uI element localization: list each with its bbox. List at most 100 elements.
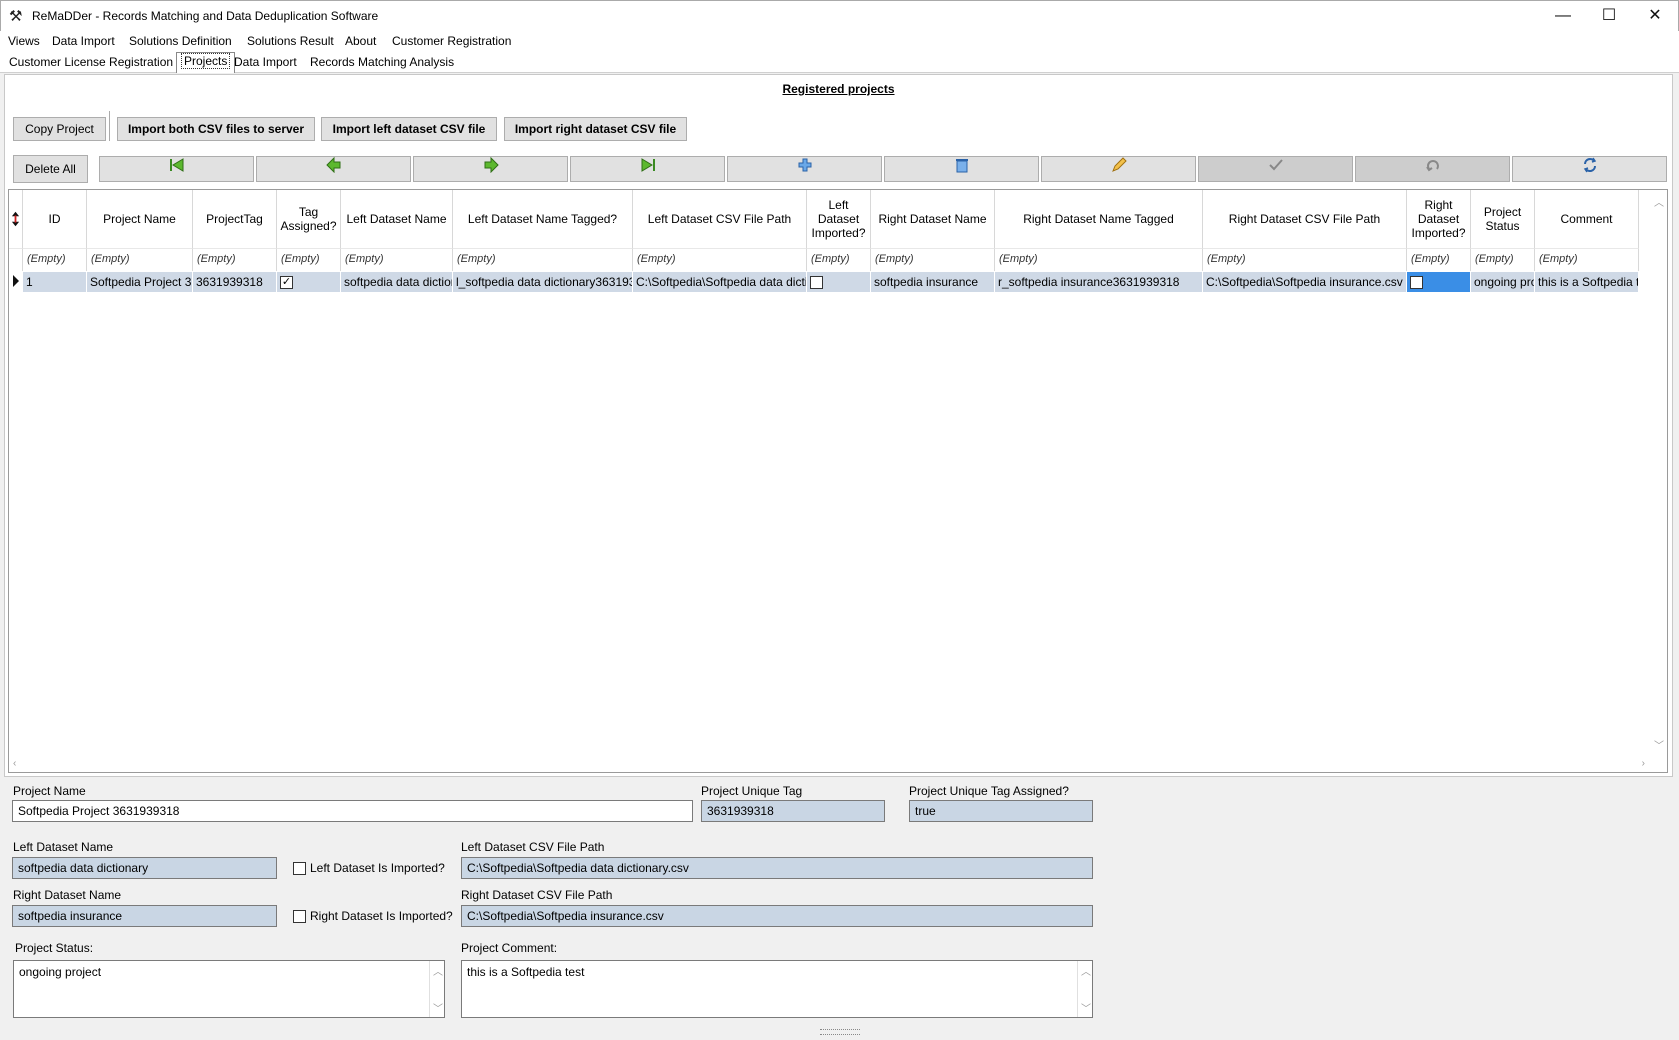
right-imported-form-checkbox[interactable] bbox=[293, 909, 306, 923]
left-imported-checkbox-row[interactable]: Left Dataset Is Imported? bbox=[293, 861, 445, 875]
project-name-field[interactable]: Softpedia Project 3631939318 bbox=[12, 800, 693, 822]
comment-scroll-down-icon[interactable]: ﹀ bbox=[1081, 1000, 1091, 1015]
filter-cell-project-name[interactable]: (Empty) bbox=[87, 248, 193, 271]
import-both-csv-button[interactable]: Import both CSV files to server bbox=[117, 117, 315, 141]
tab-records-matching-analysis[interactable]: Records Matching Analysis bbox=[306, 54, 458, 70]
cell-right-dataset-name[interactable]: softpedia insurance bbox=[871, 272, 995, 292]
project-comment-memo[interactable]: this is a Softpedia test ︿ ﹀ bbox=[461, 960, 1093, 1018]
comment-memo-scrollbar[interactable]: ︿ ﹀ bbox=[1077, 961, 1092, 1017]
left-imported-checkbox[interactable] bbox=[810, 276, 823, 290]
left-dataset-name-field[interactable]: softpedia data dictionary bbox=[12, 857, 277, 879]
tab-projects[interactable]: Projects bbox=[176, 52, 236, 73]
cell-id[interactable]: 1 bbox=[23, 272, 87, 292]
unique-tag-field[interactable]: 3631939318 bbox=[701, 800, 885, 822]
column-header-right-imported[interactable]: Right Dataset Imported? bbox=[1407, 190, 1471, 248]
comment-scroll-up-icon[interactable]: ︿ bbox=[1081, 963, 1091, 978]
last-record-button[interactable] bbox=[570, 156, 725, 182]
column-header-project-status[interactable]: Project Status bbox=[1471, 190, 1535, 248]
left-imported-form-checkbox[interactable] bbox=[293, 861, 306, 875]
cell-right-dataset-name-tagged[interactable]: r_softpedia insurance3631939318 bbox=[995, 272, 1203, 292]
right-imported-checkbox-row[interactable]: Right Dataset Is Imported? bbox=[293, 909, 453, 923]
scroll-up-arrow-icon[interactable]: ︿ bbox=[1654, 194, 1664, 209]
column-header-right-dataset-name[interactable]: Right Dataset Name bbox=[871, 190, 995, 248]
import-right-csv-button[interactable]: Import right dataset CSV file bbox=[504, 117, 687, 141]
column-header-comment[interactable]: Comment bbox=[1535, 190, 1639, 248]
filter-cell-left-csv-path[interactable]: (Empty) bbox=[633, 248, 807, 271]
column-header-left-csv-path[interactable]: Left Dataset CSV File Path bbox=[633, 190, 807, 248]
filter-cell-project-tag[interactable]: (Empty) bbox=[193, 248, 277, 271]
column-header-tag-assigned[interactable]: Tag Assigned? bbox=[277, 190, 341, 248]
status-scroll-up-icon[interactable]: ︿ bbox=[433, 963, 443, 978]
insert-record-button[interactable] bbox=[727, 156, 882, 182]
scroll-right-arrow-icon[interactable]: › bbox=[1642, 758, 1645, 769]
minimize-button[interactable]: — bbox=[1540, 1, 1586, 31]
delete-all-button[interactable]: Delete All bbox=[13, 155, 88, 183]
menu-customer-registration[interactable]: Customer Registration bbox=[392, 34, 511, 48]
menu-about[interactable]: About bbox=[345, 34, 376, 48]
right-imported-checkbox[interactable] bbox=[1410, 276, 1423, 290]
scroll-down-arrow-icon[interactable]: ﹀ bbox=[1654, 737, 1664, 752]
column-header-left-dataset-name[interactable]: Left Dataset Name bbox=[341, 190, 453, 248]
filter-cell-left-imported[interactable]: (Empty) bbox=[807, 248, 871, 271]
tab-customer-license-registration[interactable]: Customer License Registration bbox=[5, 54, 177, 70]
status-scroll-down-icon[interactable]: ﹀ bbox=[433, 1000, 443, 1015]
cell-project-name[interactable]: Softpedia Project 3631939318 bbox=[87, 272, 193, 292]
grid-horizontal-scrollbar[interactable]: ‹ › bbox=[9, 756, 1667, 772]
status-memo-scrollbar[interactable]: ︿ ﹀ bbox=[429, 961, 444, 1017]
column-header-project-tag[interactable]: ProjectTag bbox=[193, 190, 277, 248]
cell-project-tag[interactable]: 3631939318 bbox=[193, 272, 277, 292]
import-left-csv-button[interactable]: Import left dataset CSV file bbox=[321, 117, 497, 141]
column-header-left-imported[interactable]: Left Dataset Imported? bbox=[807, 190, 871, 248]
column-header-right-csv-path[interactable]: Right Dataset CSV File Path bbox=[1203, 190, 1407, 248]
cell-project-status[interactable]: ongoing project bbox=[1471, 272, 1535, 292]
copy-project-button[interactable]: Copy Project bbox=[13, 117, 106, 141]
cancel-edit-button[interactable] bbox=[1355, 156, 1510, 182]
filter-cell-right-csv-path[interactable]: (Empty) bbox=[1203, 248, 1407, 271]
filter-cell-tag-assigned[interactable]: (Empty) bbox=[277, 248, 341, 271]
maximize-button[interactable]: ☐ bbox=[1586, 1, 1632, 31]
tag-assigned-checkbox[interactable]: ✓ bbox=[280, 276, 293, 290]
filter-cell-right-dataset-name-tagged[interactable]: (Empty) bbox=[995, 248, 1203, 271]
cell-left-csv-path[interactable]: C:\Softpedia\Softpedia data dictionary.c… bbox=[633, 272, 807, 292]
cell-right-csv-path[interactable]: C:\Softpedia\Softpedia insurance.csv bbox=[1203, 272, 1407, 292]
menu-solutions-result[interactable]: Solutions Result bbox=[247, 34, 334, 48]
refresh-button[interactable] bbox=[1512, 156, 1667, 182]
right-path-field[interactable]: C:\Softpedia\Softpedia insurance.csv bbox=[461, 905, 1093, 927]
menu-data-import[interactable]: Data Import bbox=[52, 34, 115, 48]
cell-left-dataset-name[interactable]: softpedia data dictionary bbox=[341, 272, 453, 292]
column-header-left-dataset-name-tagged[interactable]: Left Dataset Name Tagged? bbox=[453, 190, 633, 248]
prior-record-button[interactable] bbox=[256, 156, 411, 182]
splitter-grip[interactable] bbox=[820, 1029, 860, 1035]
menu-solutions-definition[interactable]: Solutions Definition bbox=[129, 34, 232, 48]
cell-comment[interactable]: this is a Softpedia test bbox=[1535, 272, 1639, 292]
grid-vertical-scrollbar[interactable]: ︿ ﹀ bbox=[1650, 190, 1667, 772]
next-record-button[interactable] bbox=[413, 156, 568, 182]
filter-cell-right-imported[interactable]: (Empty) bbox=[1407, 248, 1471, 271]
project-status-memo[interactable]: ongoing project ︿ ﹀ bbox=[13, 960, 445, 1018]
filter-cell-project-status[interactable]: (Empty) bbox=[1471, 248, 1535, 271]
cell-left-dataset-name-tagged[interactable]: l_softpedia data dictionary3631939318 bbox=[453, 272, 633, 292]
filter-cell-id[interactable]: (Empty) bbox=[23, 248, 87, 271]
filter-cell-left-dataset-name-tagged[interactable]: (Empty) bbox=[453, 248, 633, 271]
filter-cell-comment[interactable]: (Empty) bbox=[1535, 248, 1639, 271]
filter-cell-left-dataset-name[interactable]: (Empty) bbox=[341, 248, 453, 271]
right-dataset-name-field[interactable]: softpedia insurance bbox=[12, 905, 277, 927]
scroll-left-arrow-icon[interactable]: ‹ bbox=[13, 758, 16, 769]
tab-data-import[interactable]: Data Import bbox=[230, 54, 301, 70]
filter-cell-right-dataset-name[interactable]: (Empty) bbox=[871, 248, 995, 271]
column-header-right-dataset-name-tagged[interactable]: Right Dataset Name Tagged bbox=[995, 190, 1203, 248]
edit-record-button[interactable] bbox=[1041, 156, 1196, 182]
cell-tag-assigned[interactable]: ✓ bbox=[277, 272, 341, 292]
projects-grid[interactable]: ID Project Name ProjectTag Tag Assigned?… bbox=[8, 189, 1668, 773]
first-record-button[interactable] bbox=[99, 156, 254, 182]
row-indicator-header[interactable] bbox=[9, 190, 23, 248]
close-button[interactable]: ✕ bbox=[1632, 1, 1678, 31]
cell-left-imported[interactable] bbox=[807, 272, 871, 292]
menu-views[interactable]: Views bbox=[8, 34, 40, 48]
column-header-id[interactable]: ID bbox=[23, 190, 87, 248]
cell-right-imported[interactable] bbox=[1407, 272, 1471, 292]
delete-record-button[interactable] bbox=[884, 156, 1039, 182]
post-record-button[interactable] bbox=[1198, 156, 1353, 182]
left-path-field[interactable]: C:\Softpedia\Softpedia data dictionary.c… bbox=[461, 857, 1093, 879]
column-header-project-name[interactable]: Project Name bbox=[87, 190, 193, 248]
